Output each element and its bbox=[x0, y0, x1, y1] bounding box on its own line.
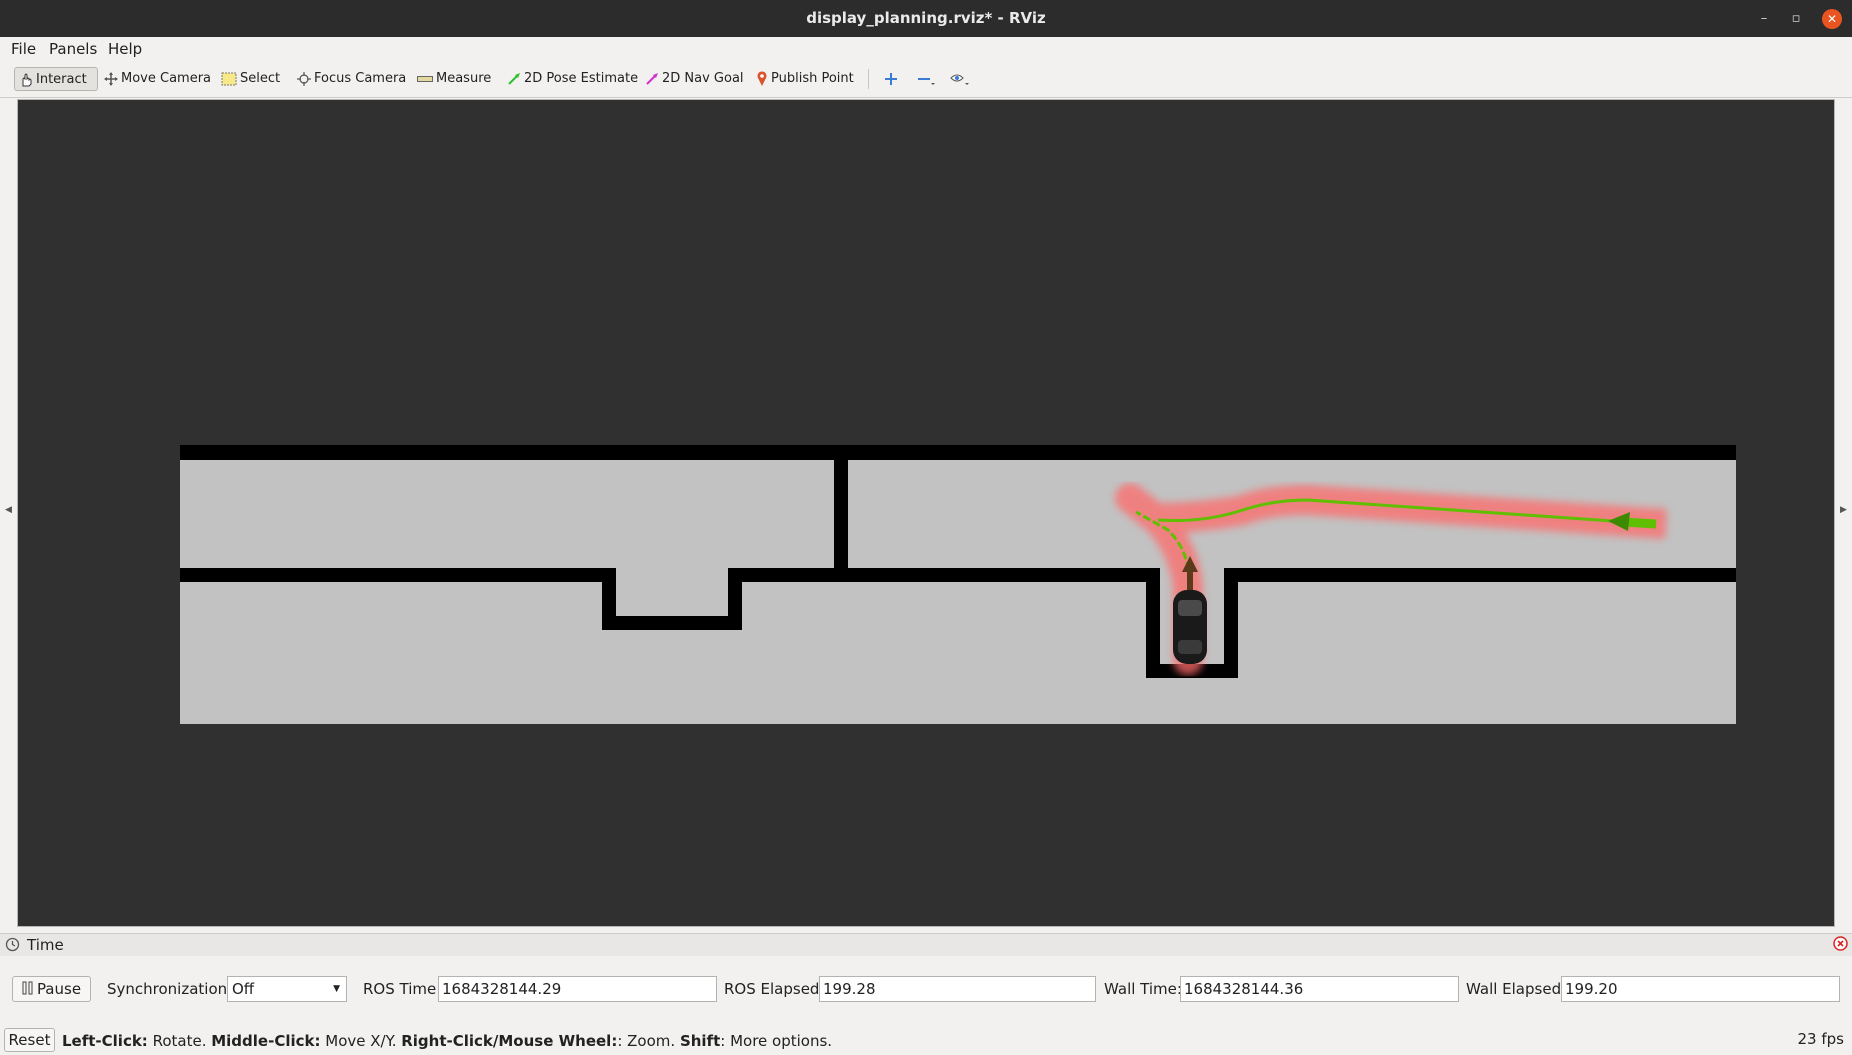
maximize-icon[interactable]: ▫ bbox=[1786, 9, 1806, 29]
interaction-hint: Left-Click: Rotate. Middle-Click: Move X… bbox=[62, 1032, 832, 1050]
wall-time-label: Wall Time: bbox=[1104, 980, 1182, 998]
eye-icon bbox=[950, 72, 970, 86]
hint-left-action: Rotate. bbox=[147, 1032, 212, 1050]
wall-elapsed-field[interactable]: 199.20 bbox=[1561, 976, 1840, 1002]
time-panel: Pause Synchronization: Off ▼ ROS Time: 1… bbox=[0, 956, 1852, 1026]
toolbar-separator bbox=[868, 69, 869, 89]
left-dock-collapse-handle[interactable]: ◀ bbox=[5, 505, 12, 515]
measure-tool-button[interactable]: Measure bbox=[413, 67, 495, 91]
ros-time-label: ROS Time: bbox=[363, 980, 442, 998]
move-camera-tool-button[interactable]: Move Camera bbox=[100, 67, 215, 91]
move-camera-label: Move Camera bbox=[121, 71, 212, 86]
menu-bar: File Panels Help bbox=[0, 37, 1852, 61]
reset-button[interactable]: Reset bbox=[4, 1028, 55, 1052]
map-view bbox=[180, 445, 1736, 724]
hint-right-action: : Zoom. bbox=[617, 1032, 680, 1050]
fps-counter: 23 fps bbox=[1797, 1030, 1844, 1048]
move-camera-icon bbox=[104, 71, 118, 86]
clock-icon bbox=[5, 937, 20, 956]
sync-select[interactable]: Off ▼ bbox=[227, 976, 347, 1002]
pause-label: Pause bbox=[36, 980, 82, 998]
render-viewport[interactable] bbox=[17, 99, 1835, 927]
hint-middle-key: Middle-Click: bbox=[211, 1032, 321, 1050]
right-dock-collapse-handle[interactable]: ▶ bbox=[1840, 505, 1847, 515]
select-tool-button[interactable]: Select bbox=[217, 67, 284, 91]
ros-elapsed-field[interactable]: 199.28 bbox=[819, 976, 1096, 1002]
vehicle-model bbox=[1173, 590, 1207, 664]
interact-tool-button[interactable]: Interact bbox=[14, 67, 98, 91]
toolbar: Interact Move Camera Select Focus Camera… bbox=[0, 61, 1852, 98]
menu-help[interactable]: Help bbox=[108, 40, 142, 58]
close-icon[interactable]: ✕ bbox=[1822, 9, 1842, 29]
menu-panels-label: Panels bbox=[49, 40, 98, 58]
hint-shift-action: : More options. bbox=[720, 1032, 833, 1050]
status-bar: Reset Left-Click: Rotate. Middle-Click: … bbox=[0, 1026, 1852, 1055]
interact-label: Interact bbox=[36, 72, 87, 87]
menu-file-label: File bbox=[11, 40, 37, 58]
nav-goal-label: 2D Nav Goal bbox=[662, 71, 744, 86]
measure-label: Measure bbox=[436, 71, 492, 86]
sync-value: Off bbox=[232, 980, 255, 998]
remove-tool-button[interactable] bbox=[913, 67, 942, 91]
focus-camera-icon bbox=[297, 71, 311, 86]
publish-point-tool-button[interactable]: Publish Point bbox=[752, 67, 858, 91]
select-box-icon bbox=[221, 72, 237, 86]
wall-elapsed-label: Wall Elapsed: bbox=[1466, 980, 1567, 998]
add-tool-button[interactable] bbox=[880, 67, 905, 91]
remove-tool-icon bbox=[917, 72, 935, 86]
hand-icon bbox=[19, 72, 33, 87]
map-pin-icon bbox=[756, 70, 768, 87]
pause-icon bbox=[22, 978, 34, 1002]
pose-arrow-icon bbox=[507, 72, 521, 86]
chevron-down-icon: ▼ bbox=[333, 984, 340, 994]
ros-time-field[interactable]: 1684328144.29 bbox=[438, 976, 717, 1002]
sync-label: Synchronization: bbox=[107, 980, 233, 998]
minimize-icon[interactable]: – bbox=[1754, 9, 1774, 29]
menu-file[interactable]: File bbox=[11, 40, 36, 58]
focus-camera-label: Focus Camera bbox=[314, 71, 407, 86]
wall-time-field[interactable]: 1684328144.36 bbox=[1180, 976, 1459, 1002]
time-panel-title: Time bbox=[27, 936, 64, 954]
focus-camera-tool-button[interactable]: Focus Camera bbox=[293, 67, 410, 91]
menu-panels[interactable]: Panels bbox=[49, 40, 97, 58]
pose-estimate-label: 2D Pose Estimate bbox=[524, 71, 639, 86]
view-options-button[interactable] bbox=[946, 67, 977, 91]
close-panel-icon[interactable] bbox=[1833, 936, 1848, 955]
publish-point-label: Publish Point bbox=[771, 71, 854, 86]
ros-elapsed-label: ROS Elapsed: bbox=[724, 980, 825, 998]
nav-goal-tool-button[interactable]: 2D Nav Goal bbox=[641, 67, 748, 91]
ruler-icon bbox=[417, 75, 433, 83]
map-free-space bbox=[180, 445, 1736, 724]
hint-left-key: Left-Click: bbox=[62, 1032, 148, 1050]
pose-estimate-tool-button[interactable]: 2D Pose Estimate bbox=[503, 67, 642, 91]
hint-right-key: Right-Click/Mouse Wheel: bbox=[401, 1032, 618, 1050]
pause-button[interactable]: Pause bbox=[12, 976, 91, 1002]
select-label: Select bbox=[240, 71, 281, 86]
hint-middle-action: Move X/Y. bbox=[320, 1032, 402, 1050]
add-tool-icon bbox=[884, 72, 898, 86]
hint-shift-key: Shift bbox=[679, 1032, 721, 1050]
title-bar: display_planning.rviz* - RViz – ▫ ✕ bbox=[0, 0, 1852, 37]
goal-arrow-icon bbox=[645, 72, 659, 86]
window-title: display_planning.rviz* - RViz bbox=[806, 9, 1046, 27]
time-panel-header: Time bbox=[0, 933, 1852, 957]
menu-help-label: Help bbox=[108, 40, 143, 58]
